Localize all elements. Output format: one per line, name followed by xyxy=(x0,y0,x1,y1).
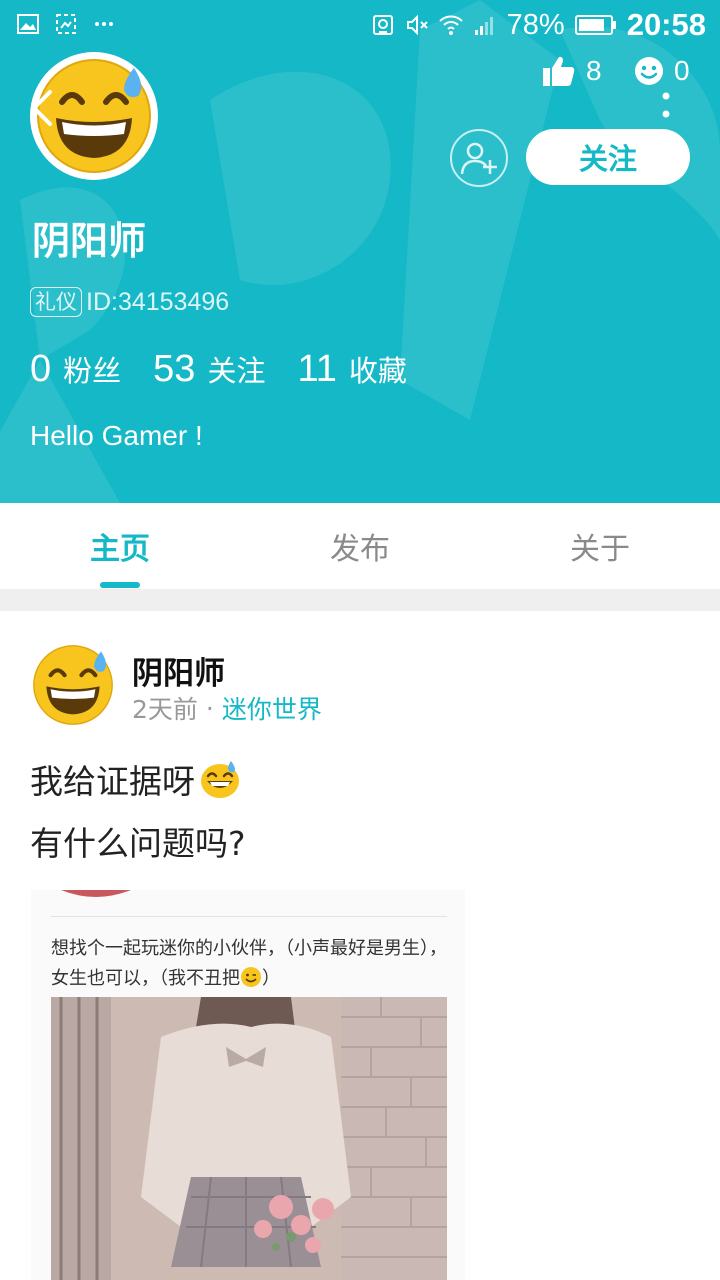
follow-button[interactable]: 关注 xyxy=(526,129,690,185)
image-top-fragment xyxy=(61,890,131,897)
tab-about[interactable]: 关于 xyxy=(480,503,720,589)
more-options-icon[interactable] xyxy=(661,92,671,120)
battery-percent: 78% xyxy=(506,8,565,41)
tab-home[interactable]: 主页 xyxy=(0,503,240,589)
back-arrow-icon[interactable] xyxy=(30,88,54,128)
count-number: 53 xyxy=(153,348,196,390)
post-image[interactable]: 想找个一起玩迷你的小伙伴，（小声最好是男生），女生也可以，（我不丑把 ） xyxy=(31,890,465,1280)
favorites-count[interactable]: 11 收藏 xyxy=(297,348,406,391)
add-friend-button[interactable] xyxy=(450,129,508,187)
section-divider xyxy=(0,589,720,611)
count-label: 粉丝 xyxy=(63,354,122,388)
screenshot-icon xyxy=(56,14,76,34)
count-number: 11 xyxy=(297,348,337,390)
messages-counter[interactable]: 0 xyxy=(634,55,690,87)
tab-posts[interactable]: 发布 xyxy=(240,503,480,589)
nfc-icon xyxy=(372,15,393,35)
post-text-line: 我给证据呀 xyxy=(30,755,241,803)
messages-count: 0 xyxy=(674,55,690,86)
profile-counts: 0 粉丝 53 关注 11 收藏 xyxy=(30,348,439,391)
meta-separator: · xyxy=(205,693,214,723)
image-icon xyxy=(17,14,39,34)
smiley-icon xyxy=(635,57,663,85)
sweat-smile-emoji-icon xyxy=(201,761,239,798)
count-number: 0 xyxy=(30,348,52,390)
image-divider xyxy=(51,916,447,917)
count-label: 收藏 xyxy=(348,354,407,388)
active-tab-indicator xyxy=(100,582,140,588)
post-text-line: 有什么问题吗? xyxy=(30,817,246,865)
profile-username: 阴阳师 xyxy=(32,219,147,263)
post-author-avatar[interactable] xyxy=(31,643,115,727)
signal-icon xyxy=(474,17,493,35)
add-user-icon xyxy=(460,142,497,175)
post-text: 有什么问题吗? xyxy=(30,824,246,863)
etiquette-badge[interactable]: 礼仪 xyxy=(30,287,82,317)
user-id: ID:34153496 xyxy=(86,287,230,316)
clock: 20:58 xyxy=(626,7,706,42)
post-time: 2天前 xyxy=(132,695,198,724)
count-label: 关注 xyxy=(207,354,266,388)
status-bar: 78% 20:58 xyxy=(0,0,720,50)
likes-count: 8 xyxy=(586,55,602,86)
mute-icon xyxy=(406,14,428,36)
profile-header: 78% 20:58 8 0 关注 阴阳师 礼仪 ID:34153496 0 粉丝… xyxy=(0,0,720,503)
battery-icon xyxy=(574,15,616,35)
fans-count[interactable]: 0 粉丝 xyxy=(30,348,121,391)
likes-counter[interactable]: 8 xyxy=(542,55,602,87)
profile-tabs: 主页 发布 关于 xyxy=(0,503,720,589)
wink-emoji-icon xyxy=(241,967,261,987)
more-notifications-icon xyxy=(95,22,113,26)
image-caption-end: ） xyxy=(262,968,280,989)
profile-bio: Hello Gamer ! xyxy=(30,420,203,451)
girl-photo xyxy=(51,997,447,1280)
badge-row: 礼仪 ID:34153496 xyxy=(30,287,229,317)
following-count[interactable]: 53 关注 xyxy=(153,348,265,391)
post-text: 我给证据呀 xyxy=(30,762,195,801)
thumbs-up-icon xyxy=(543,56,575,86)
image-caption: 想找个一起玩迷你的小伙伴，（小声最好是男生），女生也可以，（我不丑把 ） xyxy=(51,934,451,994)
post-author-name[interactable]: 阴阳师 xyxy=(132,648,225,693)
post-meta: 2天前 · 迷你世界 xyxy=(132,690,322,726)
post-topic-link[interactable]: 迷你世界 xyxy=(222,690,322,726)
wifi-icon xyxy=(438,15,463,35)
